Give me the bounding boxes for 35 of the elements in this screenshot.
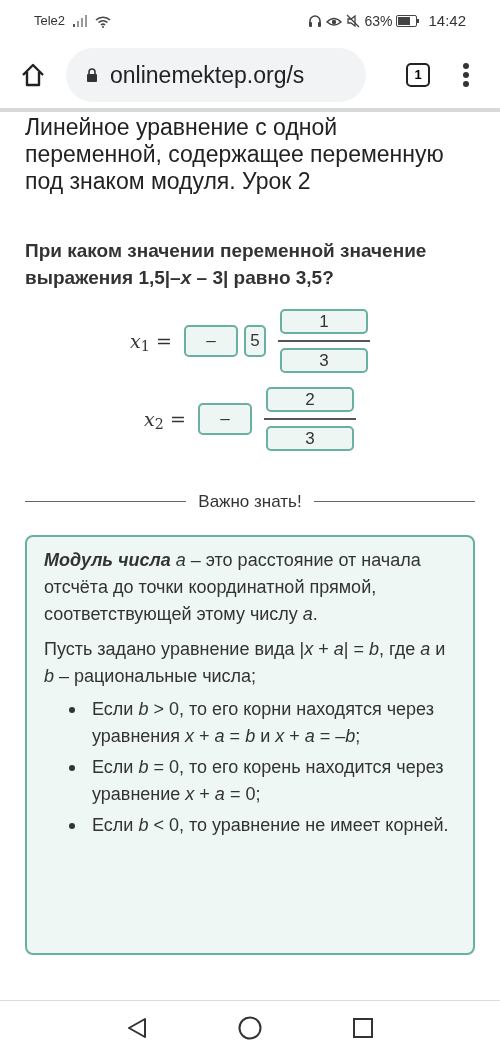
bullet-text: Если b = 0, то его корень находится через уравнение x + a = 0; — [92, 755, 445, 806]
divider-label: Важно знать! — [198, 491, 302, 513]
tab-count[interactable]: 1 — [406, 63, 430, 87]
bullet-text: Если b < 0, то уравнение не имеет корней. — [92, 813, 449, 837]
info-paragraph: Модуль числа a – это расстояние от начала отсчёта до точки координатной прямой, соответствующей этому числу a. — [44, 548, 422, 626]
lesson-title: Линейное уравнение с одной переменной, содержащее переменную под знаком модуля. Урок 2 — [25, 114, 445, 195]
question-text: При каком значении переменной значение выражения 1,5|–x – 3| равно 3,5? — [25, 239, 428, 290]
equation-label: x$_{1}$ = — [130, 328, 172, 356]
back-icon[interactable] — [126, 1017, 148, 1039]
recents-icon[interactable] — [352, 1017, 374, 1039]
signal-icon — [73, 15, 88, 27]
address-bar[interactable]: onlinemektep.org/s — [66, 48, 366, 102]
answer-field[interactable]: 3 — [265, 426, 354, 451]
answer-field[interactable]: – — [197, 403, 252, 435]
info-paragraph: Пусть задано уравнение вида |x + a| = b, где a и b – рациональные числа; — [44, 637, 447, 688]
home-circle-icon[interactable] — [238, 1016, 262, 1040]
clock-time: 14:42 — [428, 10, 466, 31]
battery-percent: 63% — [364, 11, 393, 31]
answer-field[interactable]: 5 — [243, 325, 266, 357]
battery-icon — [396, 15, 421, 27]
bullet-text: Если b > 0, то его корни находятся через уравнения x + a = b и x + a = –b; — [92, 697, 435, 748]
eye-icon — [326, 15, 343, 27]
mute-icon — [346, 14, 361, 28]
menu-icon[interactable] — [462, 62, 470, 88]
equation-label: x$_{2}$ = — [144, 406, 186, 434]
wifi-icon — [95, 14, 112, 28]
answer-field[interactable]: 2 — [265, 387, 354, 412]
url-text: onlinemektep.org/s — [110, 60, 305, 90]
answer-field[interactable]: – — [183, 325, 238, 357]
answer-field[interactable]: 3 — [279, 348, 368, 373]
home-icon[interactable] — [20, 62, 46, 88]
lock-icon — [86, 68, 98, 82]
answer-field[interactable]: 1 — [279, 309, 368, 334]
carrier-name: Tele2 — [34, 12, 66, 31]
headphones-icon — [308, 14, 323, 28]
